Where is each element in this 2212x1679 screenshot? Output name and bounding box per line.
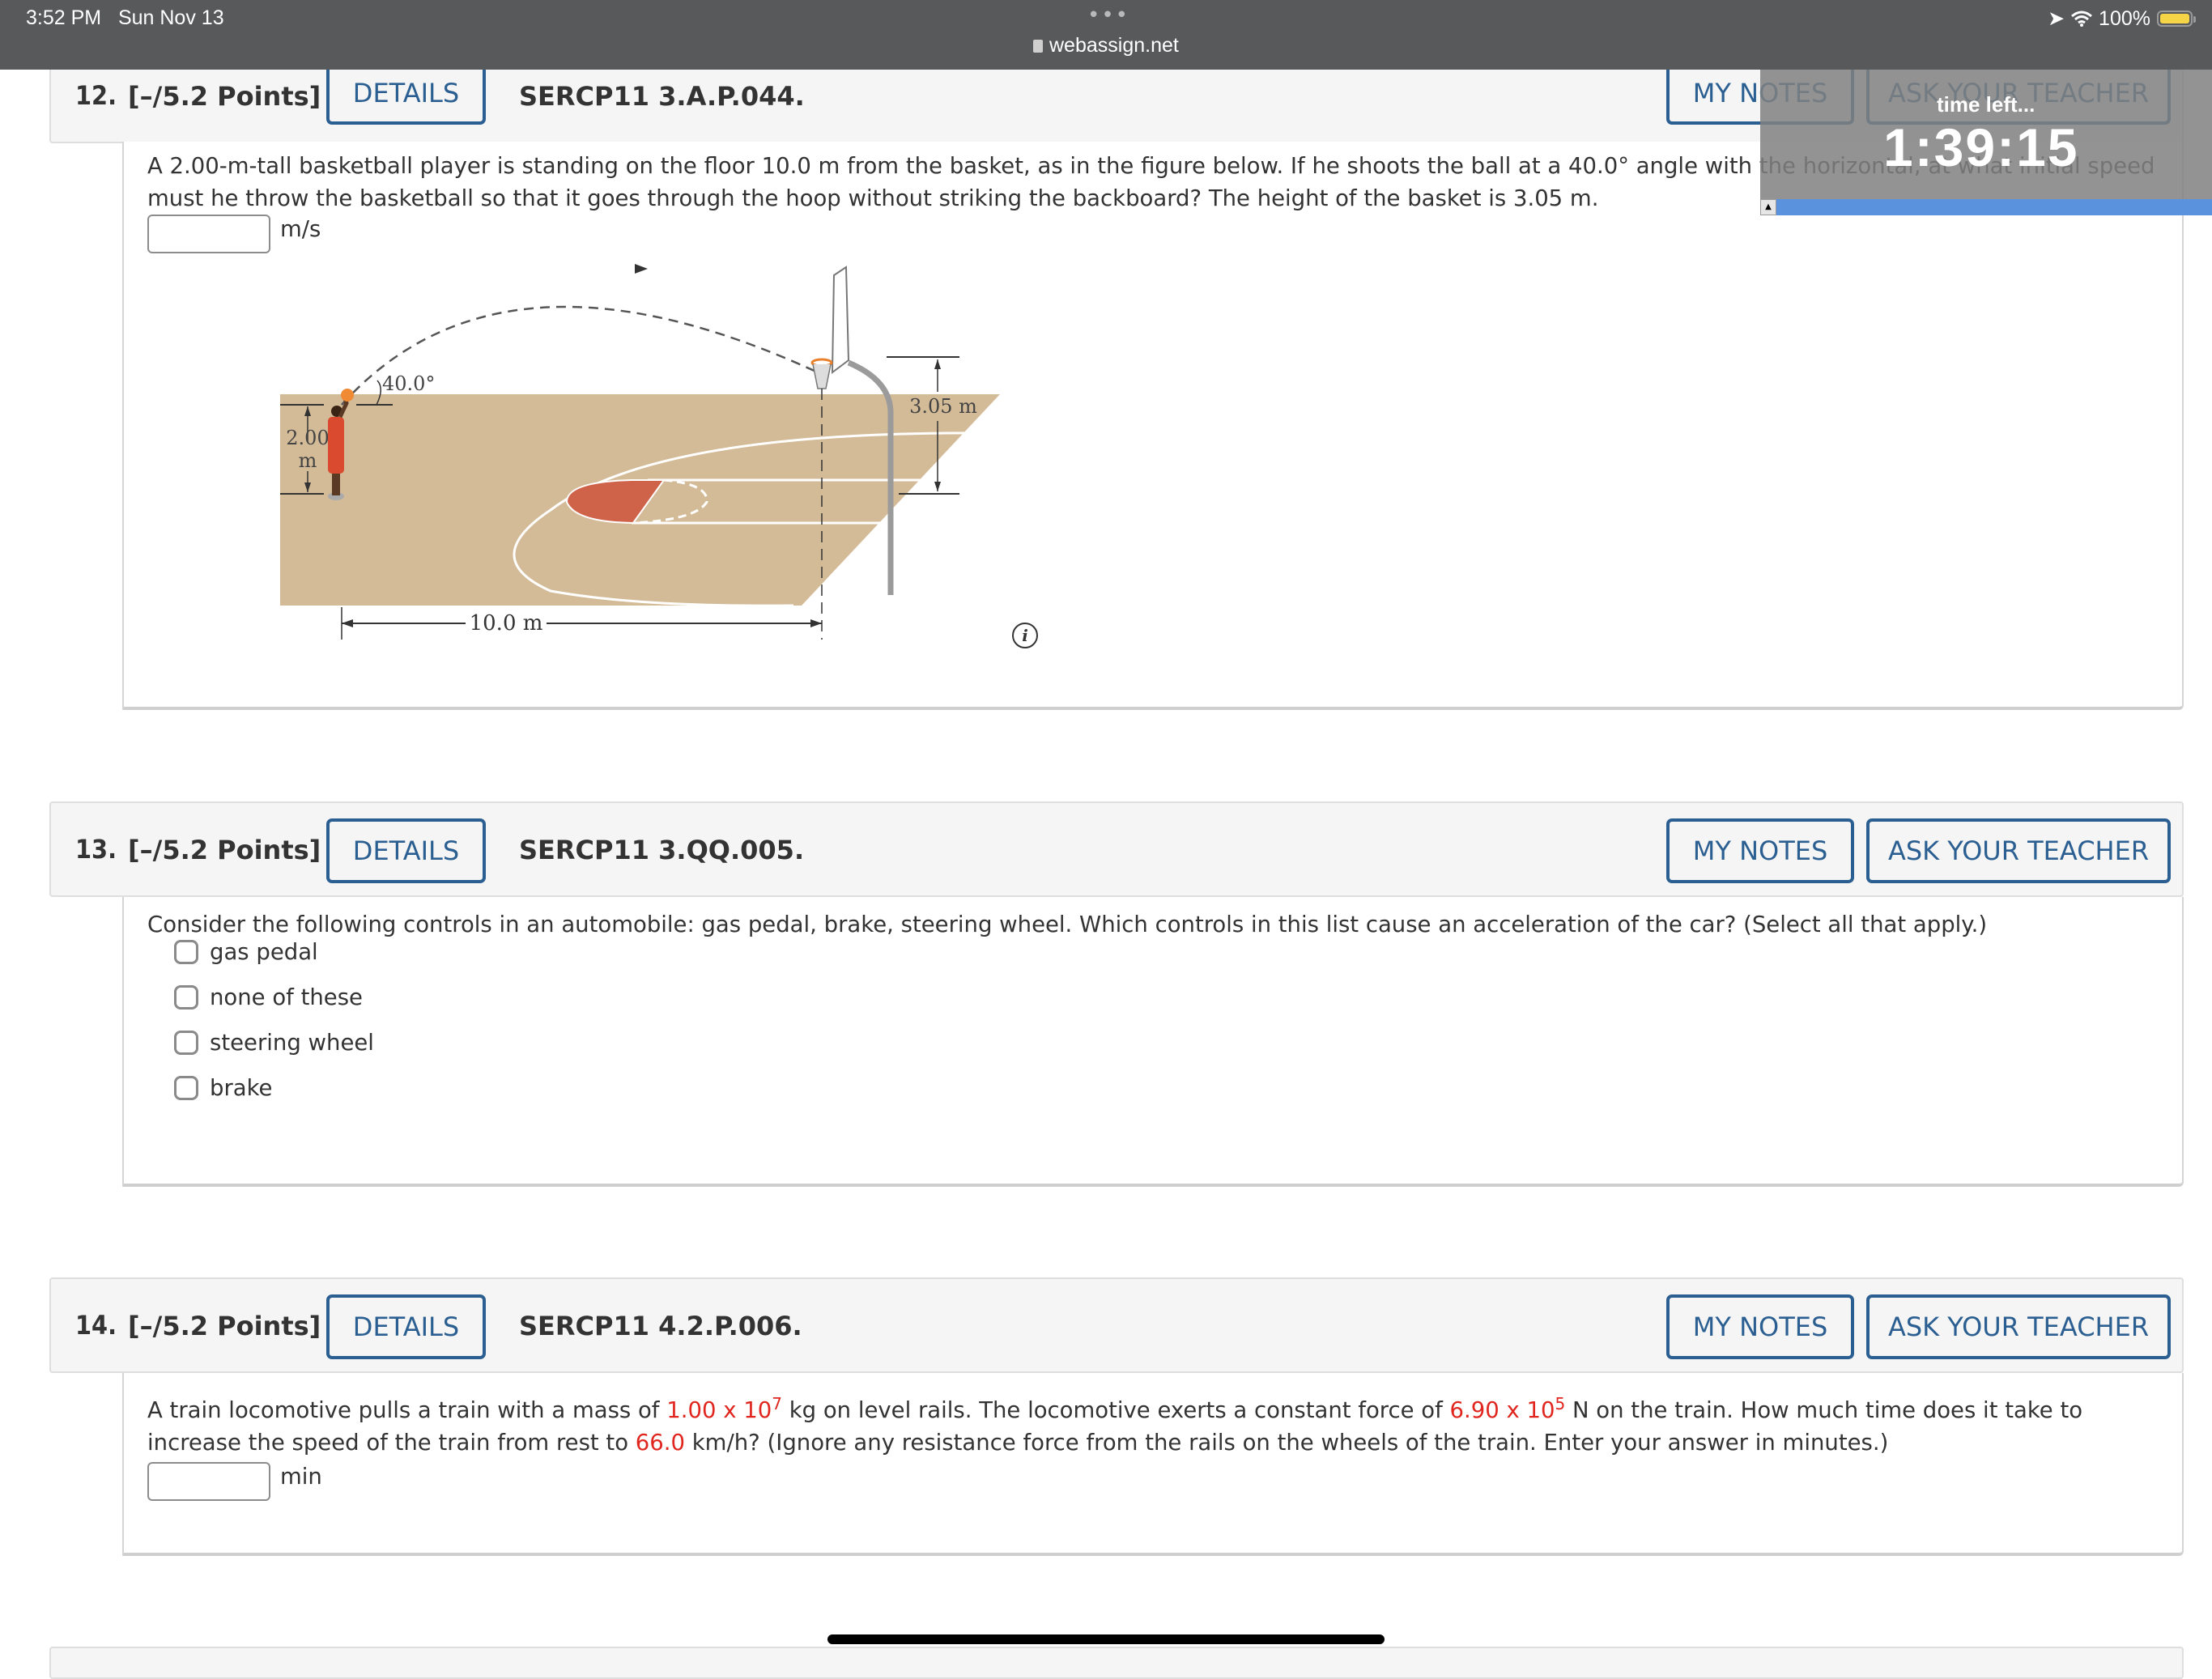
answer-input[interactable]	[147, 1462, 270, 1501]
home-indicator[interactable]	[827, 1634, 1385, 1644]
answer-unit: m/s	[280, 216, 321, 242]
option-none-of-these[interactable]: none of these	[174, 984, 363, 1010]
height-label-value: 2.00	[286, 427, 329, 449]
question-14-header: 14. [–/5.2 Points] DETAILS SERCP11 4.2.P…	[49, 1277, 2184, 1373]
question-points: [–/5.2 Points]	[128, 81, 321, 112]
backboard	[831, 266, 850, 375]
trajectory-arrow	[635, 264, 648, 274]
checkbox[interactable]	[174, 940, 198, 964]
timer-label: time left...	[1937, 92, 2035, 117]
timer-value: 1:39:15	[1883, 117, 2079, 177]
clock-time: 3:52 PM	[26, 6, 102, 29]
height-label-unit: m	[299, 449, 317, 472]
question-number: 13.	[75, 834, 117, 865]
my-notes-button[interactable]: MY NOTES	[1666, 818, 1854, 883]
question-13-header: 13. [–/5.2 Points] DETAILS SERCP11 3.QQ.…	[49, 801, 2184, 897]
force-value: 6.90 x 105	[1449, 1394, 1566, 1424]
question-number: 14.	[75, 1310, 117, 1341]
info-icon[interactable]: i	[1012, 623, 1038, 648]
ask-your-teacher-button[interactable]: ASK YOUR TEACHER	[1866, 818, 2171, 883]
angle-label: 40.0°	[382, 372, 435, 395]
basketball-figure: 10.0 m 2.00 m 40.0° 3.05 m	[280, 264, 1000, 640]
ask-your-teacher-button[interactable]: ASK YOUR TEACHER	[1866, 1294, 2171, 1359]
option-brake[interactable]: brake	[174, 1075, 272, 1101]
speed-value: 66.0	[635, 1430, 686, 1456]
details-button[interactable]: DETAILS	[326, 62, 486, 125]
more-dots-icon[interactable]: •••	[1087, 3, 1129, 28]
my-notes-button[interactable]: MY NOTES	[1666, 1294, 1854, 1359]
question-13-body: Consider the following controls in an au…	[122, 897, 2184, 1187]
answer-input[interactable]	[147, 215, 270, 253]
status-bar: 3:52 PM Sun Nov 13 ••• webassign.net ➤ 1…	[0, 0, 2212, 70]
option-gas-pedal[interactable]: gas pedal	[174, 939, 318, 965]
clock-date: Sun Nov 13	[117, 6, 224, 29]
checkbox[interactable]	[174, 1031, 198, 1055]
status-icons: ➤ 100%	[2048, 6, 2196, 31]
status-time: 3:52 PM Sun Nov 13	[26, 6, 224, 30]
question-text: Consider the following controls in an au…	[147, 912, 1988, 937]
hoop-height-label: 3.05 m	[909, 395, 977, 418]
distance-label: 10.0 m	[470, 611, 543, 635]
answer-unit: min	[280, 1464, 322, 1490]
option-label: gas pedal	[210, 939, 318, 965]
wifi-icon	[2071, 11, 2093, 27]
location-arrow-icon: ➤	[2048, 7, 2065, 30]
option-steering-wheel[interactable]: steering wheel	[174, 1030, 374, 1056]
address-bar[interactable]: webassign.net	[1033, 34, 1179, 57]
option-label: brake	[210, 1075, 273, 1101]
option-label: steering wheel	[210, 1030, 374, 1056]
timer-bar[interactable]	[1760, 199, 2212, 215]
url-text: webassign.net	[1049, 34, 1179, 57]
battery-icon	[2157, 11, 2196, 27]
lock-icon	[1033, 40, 1043, 53]
mass-value: 1.00 x 107	[666, 1394, 782, 1424]
question-code: SERCP11 4.2.P.006.	[519, 1311, 802, 1341]
question-14-body: A train locomotive pulls a train with a …	[122, 1373, 2184, 1556]
collapse-timer-button[interactable]: ▲	[1760, 199, 1776, 215]
details-button[interactable]: DETAILS	[326, 818, 486, 883]
timer-overlay[interactable]: time left... 1:39:15 ▲	[1760, 70, 2212, 215]
basketball	[341, 389, 354, 402]
checkbox[interactable]	[174, 1076, 198, 1100]
question-code: SERCP11 3.QQ.005.	[519, 835, 805, 865]
details-button[interactable]: DETAILS	[326, 1294, 486, 1359]
question-number: 12.	[75, 80, 117, 111]
question-points: [–/5.2 Points]	[128, 835, 321, 865]
question-code: SERCP11 3.A.P.044.	[519, 81, 805, 112]
option-label: none of these	[210, 984, 363, 1010]
battery-percent: 100%	[2099, 6, 2150, 30]
checkbox[interactable]	[174, 985, 198, 1010]
question-text: A train locomotive pulls a train with a …	[147, 1394, 2083, 1456]
question-points: [–/5.2 Points]	[128, 1311, 321, 1341]
question-15-header	[49, 1647, 2184, 1679]
